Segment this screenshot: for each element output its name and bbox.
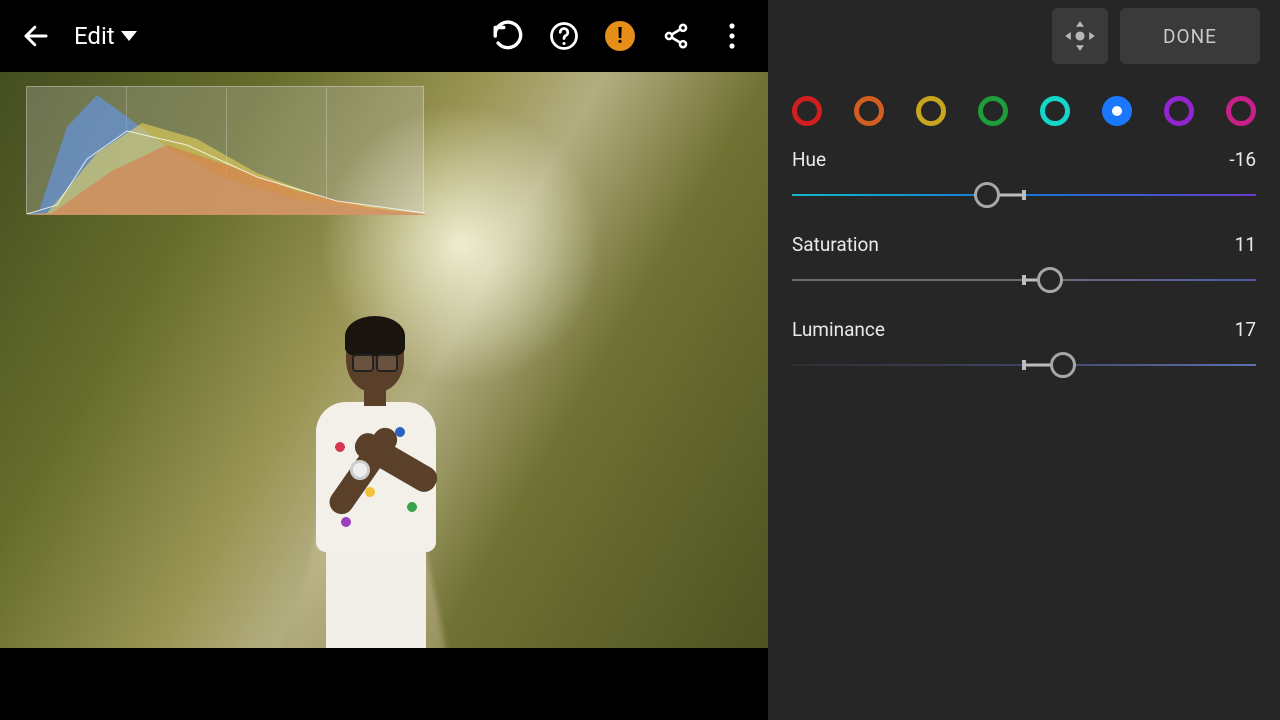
swatch-yellow[interactable] xyxy=(916,96,946,126)
luminance-track[interactable] xyxy=(792,355,1256,375)
luminance-label: Luminance xyxy=(792,318,885,341)
saturation-label: Saturation xyxy=(792,233,879,256)
saturation-track[interactable] xyxy=(792,270,1256,290)
swatch-orange[interactable] xyxy=(854,96,884,126)
canvas-area xyxy=(0,72,768,720)
undo-icon xyxy=(491,19,525,53)
saturation-slider: Saturation 11 xyxy=(792,233,1256,290)
photo-canvas[interactable] xyxy=(0,72,768,648)
chevron-down-icon xyxy=(121,30,137,42)
mode-dropdown[interactable]: Edit xyxy=(64,22,147,50)
done-label: DONE xyxy=(1163,25,1217,48)
move-icon xyxy=(1063,19,1097,53)
top-toolbar: Edit ! xyxy=(0,0,768,72)
swatch-purple[interactable] xyxy=(1164,96,1194,126)
mode-label: Edit xyxy=(74,22,115,50)
hue-thumb[interactable] xyxy=(974,182,1000,208)
pan-tool-button[interactable] xyxy=(1052,8,1108,64)
kebab-icon xyxy=(720,21,744,51)
swatch-green[interactable] xyxy=(978,96,1008,126)
undo-button[interactable] xyxy=(480,8,536,64)
share-icon xyxy=(662,22,690,50)
hue-track[interactable] xyxy=(792,185,1256,205)
back-button[interactable] xyxy=(8,8,64,64)
sliders-group: Hue -16 Saturation 11 xyxy=(768,142,1280,403)
saturation-thumb[interactable] xyxy=(1037,267,1063,293)
app-root: Edit ! xyxy=(0,0,1280,720)
hue-slider: Hue -16 xyxy=(792,148,1256,205)
swatch-blue[interactable] xyxy=(1102,96,1132,126)
warning-button[interactable]: ! xyxy=(592,8,648,64)
hue-value: -16 xyxy=(1229,148,1256,171)
saturation-value: 11 xyxy=(1235,233,1256,256)
hue-label: Hue xyxy=(792,148,826,171)
help-icon xyxy=(549,21,579,51)
histogram-icon xyxy=(27,87,425,215)
luminance-slider: Luminance 17 xyxy=(792,318,1256,375)
back-arrow-icon xyxy=(21,21,51,51)
color-swatch-row xyxy=(768,72,1280,142)
warning-icon: ! xyxy=(605,21,635,51)
swatch-red[interactable] xyxy=(792,96,822,126)
left-pane: Edit ! xyxy=(0,0,768,720)
luminance-thumb[interactable] xyxy=(1050,352,1076,378)
luminance-value: 17 xyxy=(1235,318,1256,341)
controls-panel: DONE Hue -16 xyxy=(768,0,1280,720)
done-button[interactable]: DONE xyxy=(1120,8,1260,64)
share-button[interactable] xyxy=(648,8,704,64)
help-button[interactable] xyxy=(536,8,592,64)
panel-toolbar: DONE xyxy=(768,0,1280,72)
photo-subject xyxy=(294,320,474,640)
histogram-overlay[interactable] xyxy=(26,86,424,214)
swatch-aqua[interactable] xyxy=(1040,96,1070,126)
overflow-menu-button[interactable] xyxy=(704,8,760,64)
swatch-magenta[interactable] xyxy=(1226,96,1256,126)
